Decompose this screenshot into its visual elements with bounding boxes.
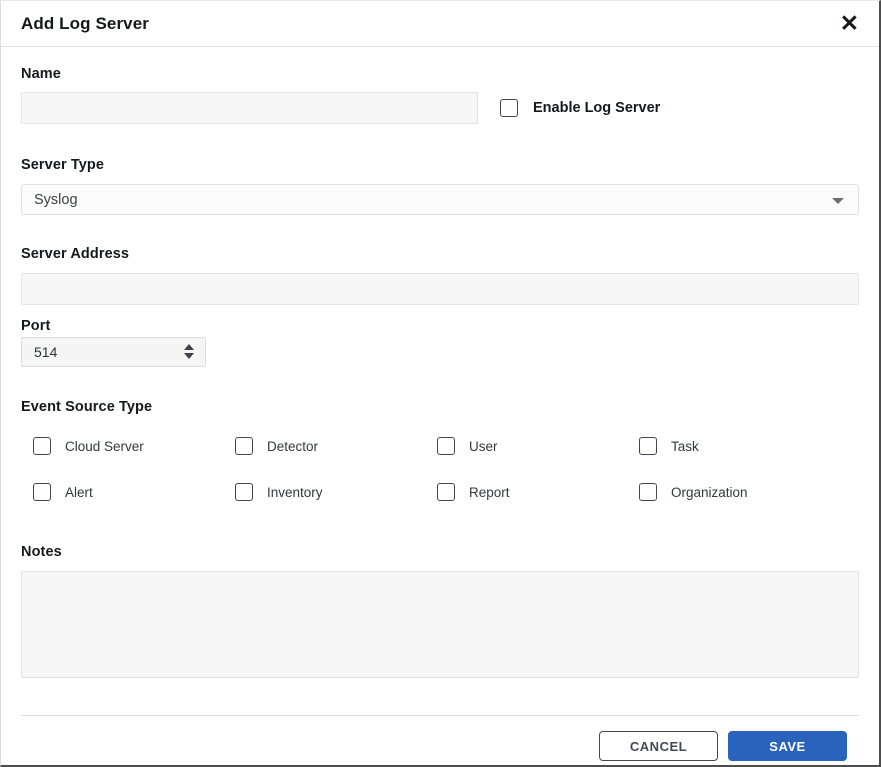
notes-textarea[interactable]: [21, 571, 859, 678]
enable-log-server-label: Enable Log Server: [533, 100, 660, 116]
dialog-footer: CANCEL SAVE: [21, 715, 859, 767]
task-label: Task: [671, 439, 699, 454]
dialog-body: Name Enable Log Server Server Type Syslo…: [1, 47, 879, 767]
checkbox-option-task[interactable]: Task: [639, 437, 841, 455]
port-label: Port: [21, 318, 859, 334]
enable-log-server-checkbox[interactable]: [500, 99, 518, 117]
stepper-down-icon[interactable]: [184, 353, 194, 359]
inventory-checkbox[interactable]: [235, 483, 253, 501]
checkbox-option-inventory[interactable]: Inventory: [235, 483, 437, 501]
chevron-down-icon: [832, 198, 844, 204]
dialog-title: Add Log Server: [21, 14, 149, 34]
server-address-label: Server Address: [21, 246, 859, 262]
server-address-input[interactable]: [21, 273, 859, 305]
port-input-wrap: [21, 337, 206, 367]
port-stepper[interactable]: [184, 344, 194, 359]
event-source-type-grid: Cloud Server Detector User Task Alert In…: [33, 437, 859, 501]
checkbox-option-user[interactable]: User: [437, 437, 639, 455]
dialog-header: Add Log Server ✕: [1, 1, 879, 47]
server-type-selected-value: Syslog: [34, 192, 78, 208]
name-row: Enable Log Server: [21, 92, 859, 124]
event-source-type-label: Event Source Type: [21, 399, 859, 415]
name-label: Name: [21, 66, 859, 82]
alert-checkbox[interactable]: [33, 483, 51, 501]
checkbox-option-alert[interactable]: Alert: [33, 483, 235, 501]
user-checkbox[interactable]: [437, 437, 455, 455]
enable-log-server-option[interactable]: Enable Log Server: [500, 99, 660, 117]
port-input[interactable]: [21, 337, 206, 367]
save-button[interactable]: SAVE: [728, 731, 847, 761]
organization-checkbox[interactable]: [639, 483, 657, 501]
user-label: User: [469, 439, 498, 454]
detector-checkbox[interactable]: [235, 437, 253, 455]
name-input[interactable]: [21, 92, 478, 124]
alert-label: Alert: [65, 485, 93, 500]
server-type-select[interactable]: Syslog: [21, 184, 859, 215]
cloud-server-label: Cloud Server: [65, 439, 144, 454]
checkbox-option-cloud-server[interactable]: Cloud Server: [33, 437, 235, 455]
task-checkbox[interactable]: [639, 437, 657, 455]
cloud-server-checkbox[interactable]: [33, 437, 51, 455]
organization-label: Organization: [671, 485, 748, 500]
stepper-up-icon[interactable]: [184, 344, 194, 350]
close-icon[interactable]: ✕: [838, 12, 861, 35]
report-label: Report: [469, 485, 510, 500]
detector-label: Detector: [267, 439, 318, 454]
checkbox-option-report[interactable]: Report: [437, 483, 639, 501]
server-type-label: Server Type: [21, 157, 859, 173]
checkbox-option-organization[interactable]: Organization: [639, 483, 841, 501]
notes-label: Notes: [21, 544, 859, 560]
cancel-button[interactable]: CANCEL: [599, 731, 718, 761]
inventory-label: Inventory: [267, 485, 323, 500]
report-checkbox[interactable]: [437, 483, 455, 501]
add-log-server-dialog: Add Log Server ✕ Name Enable Log Server …: [0, 0, 881, 767]
checkbox-option-detector[interactable]: Detector: [235, 437, 437, 455]
